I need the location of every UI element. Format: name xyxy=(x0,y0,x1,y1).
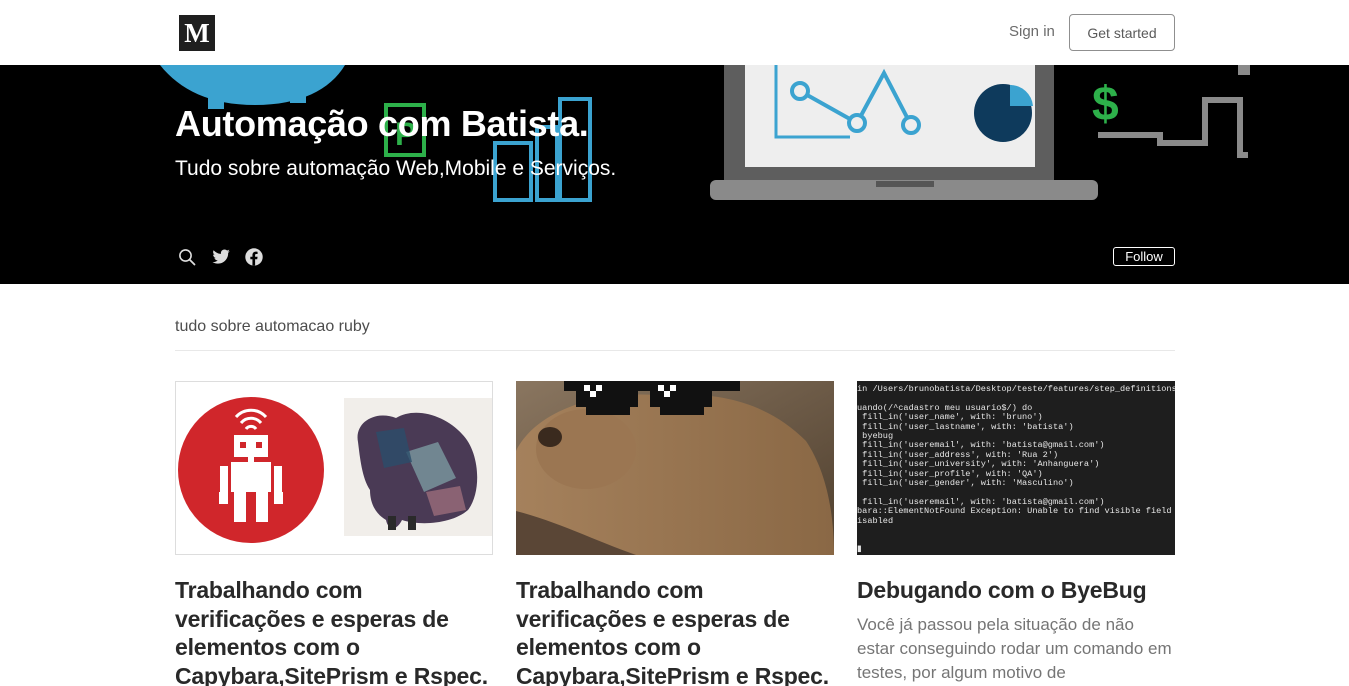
facebook-icon[interactable] xyxy=(243,246,265,268)
terminal-line: isabled xyxy=(857,515,894,526)
terminal-line: fill_in('user_gender', with: 'Masculino'… xyxy=(857,478,1074,489)
search-icon[interactable] xyxy=(176,246,198,268)
post-thumbnail[interactable]: in /Users/brunobatista/Desktop/teste/fea… xyxy=(857,381,1175,555)
post-excerpt: Você já passou pela situação de não esta… xyxy=(857,614,1172,682)
terminal-screenshot: in /Users/brunobatista/Desktop/teste/fea… xyxy=(857,381,1175,555)
terminal-line: ▮ xyxy=(857,543,862,554)
twitter-icon[interactable] xyxy=(210,246,232,268)
medium-logo[interactable]: M xyxy=(179,15,215,51)
publication-title: Automação com Batista. xyxy=(175,103,589,144)
section-title: tudo sobre automacao ruby xyxy=(175,318,370,335)
post-thumbnail[interactable] xyxy=(516,381,834,555)
post-card[interactable]: Trabalhando com verificações e esperas d… xyxy=(175,381,493,686)
robot-capybara-illustration xyxy=(178,397,492,543)
post-title[interactable]: Trabalhando com verificações e esperas d… xyxy=(516,576,834,686)
svg-text:$: $ xyxy=(1092,78,1119,131)
terminal-line: fill_in('user_lastname', with: 'batista'… xyxy=(857,421,1074,432)
terminal-line: in /Users/brunobatista/Desktop/teste/fea… xyxy=(857,384,1175,394)
post-title[interactable]: Trabalhando com verificações e esperas d… xyxy=(175,576,493,686)
terminal-line: bara::ElementNotFound Exception: Unable … xyxy=(857,506,1172,517)
follow-button[interactable]: Follow xyxy=(1113,247,1175,266)
publication-header: P $ Automação com Batista. Tudo sobre au… xyxy=(0,65,1349,284)
publication-tagline: Tudo sobre automação Web,Mobile e Serviç… xyxy=(175,157,617,180)
post-thumbnail[interactable] xyxy=(175,381,493,555)
post-card[interactable]: Trabalhando com verificações e esperas d… xyxy=(516,381,834,686)
top-navigation-bar: M Sign in Get started xyxy=(0,0,1349,65)
capybara-sunglasses-photo xyxy=(516,381,834,555)
section-divider xyxy=(175,350,1175,351)
post-card[interactable]: in /Users/brunobatista/Desktop/teste/fea… xyxy=(857,381,1175,685)
get-started-button[interactable]: Get started xyxy=(1069,14,1175,51)
sign-in-link[interactable]: Sign in xyxy=(1009,23,1055,40)
post-title[interactable]: Debugando com o ByeBug xyxy=(857,576,1175,605)
